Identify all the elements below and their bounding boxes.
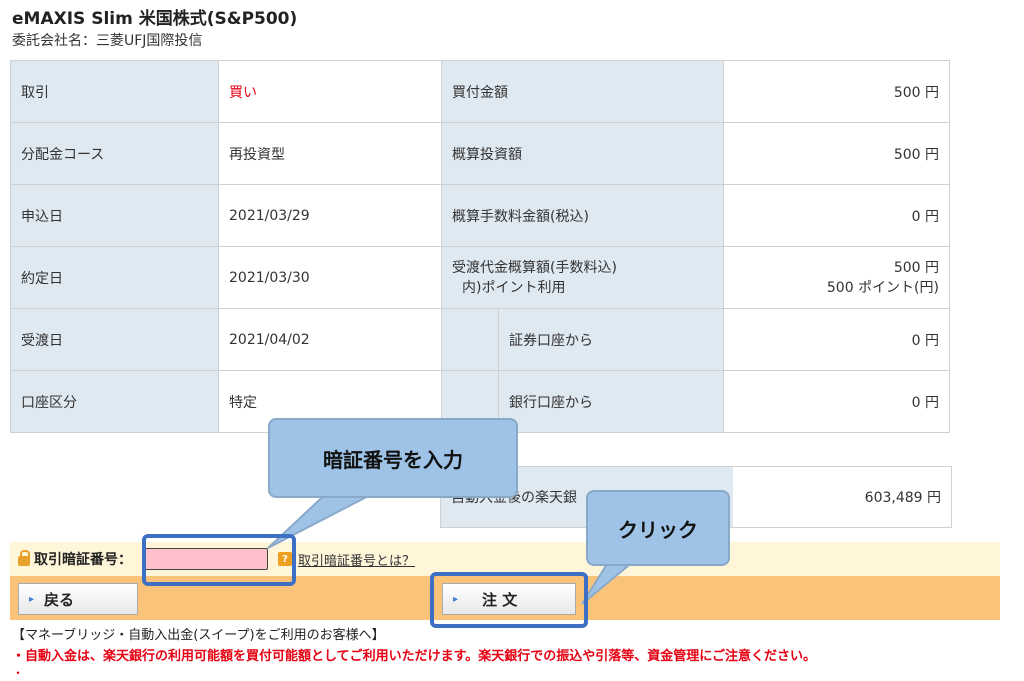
callout-enter-pin: 暗証番号を入力 <box>268 418 518 498</box>
order-highlight <box>430 572 588 628</box>
callout-click: クリック <box>586 490 730 566</box>
pin-highlight <box>142 534 296 586</box>
